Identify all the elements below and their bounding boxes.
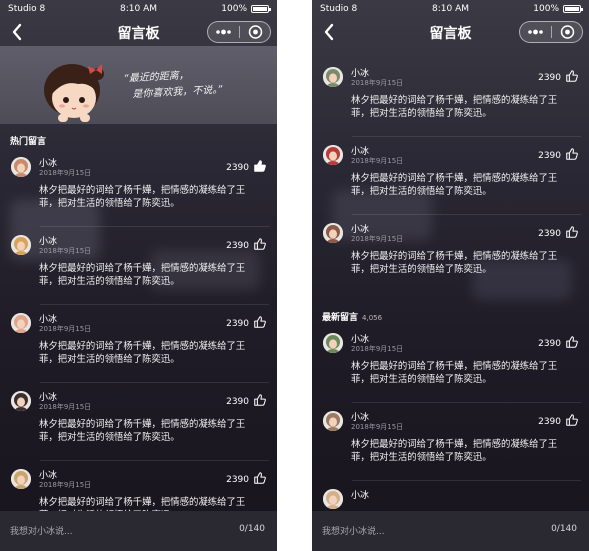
like-count: 2390 (538, 73, 561, 83)
status-bar: Studio 8 8:10 AM 100% (0, 0, 277, 18)
compose-bar[interactable]: 我想对小冰说... 0/140 (312, 511, 589, 551)
post-date: 2018年9月15日 (39, 247, 92, 255)
avatar[interactable] (323, 145, 343, 165)
message-item: 小冰2018年9月15日2390林夕把最好的词给了杨千嬅，把情感的凝练给了王菲，… (0, 382, 277, 460)
avatar[interactable] (323, 223, 343, 243)
avatar[interactable] (11, 157, 31, 177)
target-icon[interactable] (240, 22, 271, 42)
thumbs-up-icon[interactable] (253, 471, 267, 485)
post-date: 2018年9月15日 (351, 79, 404, 87)
like-count: 2390 (226, 475, 249, 485)
thumbs-up-icon[interactable] (565, 335, 579, 349)
post-date: 2018年9月15日 (351, 235, 404, 243)
like-count: 2390 (226, 241, 249, 251)
compose-input[interactable]: 我想对小冰说... (322, 524, 385, 537)
avatar[interactable] (323, 333, 343, 353)
message-text: 林夕把最好的词给了杨千嬅，把情感的凝练给了王菲，把对生活的领悟给了陈奕迅。 (39, 263, 246, 287)
like-count: 2390 (538, 229, 561, 239)
row-divider (352, 480, 581, 481)
thumbs-up-icon[interactable] (565, 413, 579, 427)
post-date: 2018年9月15日 (39, 169, 92, 177)
row-divider (40, 304, 269, 305)
char-counter: 0/140 (551, 524, 577, 534)
message-text: 林夕把最好的词给了杨千嬅，把情感的凝练给了王菲，把对生活的领悟给了陈奕迅。 (39, 185, 246, 209)
latest-section-title: 最新留言 (322, 313, 359, 323)
message-item: 小冰2018年9月15日2390林夕把最好的词给了杨千嬅，把情感的凝练给了王菲，… (0, 304, 277, 382)
message-item: 小冰2018年9月15日2390林夕把最好的词给了杨千嬅，把情感的凝练给了王菲，… (312, 58, 589, 136)
thumbs-up-icon[interactable] (253, 393, 267, 407)
char-counter: 0/140 (239, 524, 265, 534)
thumbs-up-icon[interactable] (253, 237, 267, 251)
message-item: 小冰2018年9月15日2390林夕把最好的词给了杨千嬅，把情感的凝练给了王菲，… (0, 226, 277, 304)
like-count: 2390 (538, 151, 561, 161)
mini-program-capsule (519, 21, 583, 43)
thumbs-up-icon[interactable] (565, 225, 579, 239)
row-divider (40, 226, 269, 227)
message-text: 林夕把最好的词给了杨千嬅，把情感的凝练给了王菲，把对生活的领悟给了陈奕迅。 (39, 419, 246, 443)
message-text: 林夕把最好的词给了杨千嬅，把情感的凝练给了王菲，把对生活的领悟给了陈奕迅。 (351, 251, 558, 275)
like-count: 2390 (538, 417, 561, 427)
post-date: 2018年9月15日 (39, 481, 92, 489)
like-count: 2390 (538, 339, 561, 349)
message-text: 林夕把最好的词给了杨千嬅，把情感的凝练给了王菲，把对生活的领悟给了陈奕迅。 (351, 361, 558, 385)
avatar[interactable] (323, 67, 343, 87)
post-date: 2018年9月15日 (351, 345, 404, 353)
message-text: 林夕把最好的词给了杨千嬅，把情感的凝练给了王菲，把对生活的领悟给了陈奕迅。 (39, 341, 246, 365)
girl-mascot-illustration (44, 64, 104, 122)
hot-section-title: 热门留言 (10, 137, 47, 147)
message-item: 小冰2018年9月15日2390林夕把最好的词给了杨千嬅，把情感的凝练给了王菲，… (312, 324, 589, 402)
message-item: 小冰2018年9月15日2390林夕把最好的词给了杨千嬅，把情感的凝练给了王菲，… (312, 402, 589, 480)
like-count: 2390 (226, 319, 249, 329)
thumbs-up-icon[interactable] (253, 159, 267, 173)
author-name[interactable]: 小冰 (351, 488, 369, 501)
more-dots-icon[interactable] (208, 22, 239, 42)
avatar[interactable] (323, 489, 343, 509)
message-text: 林夕把最好的词给了杨千嬅，把情感的凝练给了王菲，把对生活的领悟给了陈奕迅。 (351, 95, 558, 119)
compose-input[interactable]: 我想对小冰说... (10, 524, 73, 537)
battery-percent: 100% (533, 4, 559, 14)
thumbs-up-icon[interactable] (565, 69, 579, 83)
more-dots-icon[interactable] (520, 22, 551, 42)
avatar[interactable] (11, 469, 31, 489)
message-item: 小冰2018年9月15日2390林夕把最好的词给了杨千嬅，把情感的凝练给了王菲，… (312, 214, 589, 292)
banner-quote: “最近的距离， 是你喜欢我，不说。” (123, 64, 264, 103)
message-text: 林夕把最好的词给了杨千嬅，把情感的凝练给了王菲，把对生活的领悟给了陈奕迅。 (351, 173, 558, 197)
row-divider (40, 460, 269, 461)
row-divider (352, 136, 581, 137)
message-item: 小冰2018年9月15日2390林夕把最好的词给了杨千嬅，把情感的凝练给了王菲，… (312, 136, 589, 214)
like-count: 2390 (226, 397, 249, 407)
hot-section-label: 热门留言 (10, 134, 46, 147)
message-item: 小冰2018年9月15日2390林夕把最好的词给了杨千嬅，把情感的凝练给了王菲，… (0, 148, 277, 226)
phone-screen-hot: Studio 8 8:10 AM 100% 留言板 “最近的距离， 是你喜欢我，… (0, 0, 277, 551)
compose-bar[interactable]: 我想对小冰说... 0/140 (0, 511, 277, 551)
mini-program-capsule (207, 21, 271, 43)
avatar[interactable] (11, 391, 31, 411)
avatar[interactable] (11, 235, 31, 255)
row-divider (352, 214, 581, 215)
nav-bar: 留言板 (312, 18, 589, 46)
hero-banner: “最近的距离， 是你喜欢我，不说。” (0, 46, 277, 124)
like-count: 2390 (226, 163, 249, 173)
latest-section-label: 最新留言 4,056 (322, 310, 382, 323)
message-text: 林夕把最好的词给了杨千嬅，把情感的凝练给了王菲，把对生活的领悟给了陈奕迅。 (351, 439, 558, 463)
post-date: 2018年9月15日 (39, 403, 92, 411)
battery-icon (251, 5, 271, 13)
post-date: 2018年9月15日 (351, 423, 404, 431)
phone-screen-scrolled: Studio 8 8:10 AM 100% 留言板 小冰 2018年9月15日 23… (312, 0, 589, 551)
post-date: 2018年9月15日 (39, 325, 92, 333)
nav-bar: 留言板 (0, 18, 277, 46)
latest-count: 4,056 (362, 314, 383, 322)
battery-percent: 100% (221, 4, 247, 14)
thumbs-up-icon[interactable] (565, 147, 579, 161)
battery-icon (563, 5, 583, 13)
avatar[interactable] (11, 313, 31, 333)
avatar[interactable] (323, 411, 343, 431)
target-icon[interactable] (552, 22, 583, 42)
row-divider (40, 382, 269, 383)
thumbs-up-icon[interactable] (253, 315, 267, 329)
row-divider (352, 402, 581, 403)
status-bar: Studio 8 8:10 AM 100% (312, 0, 589, 18)
post-date: 2018年9月15日 (351, 157, 404, 165)
